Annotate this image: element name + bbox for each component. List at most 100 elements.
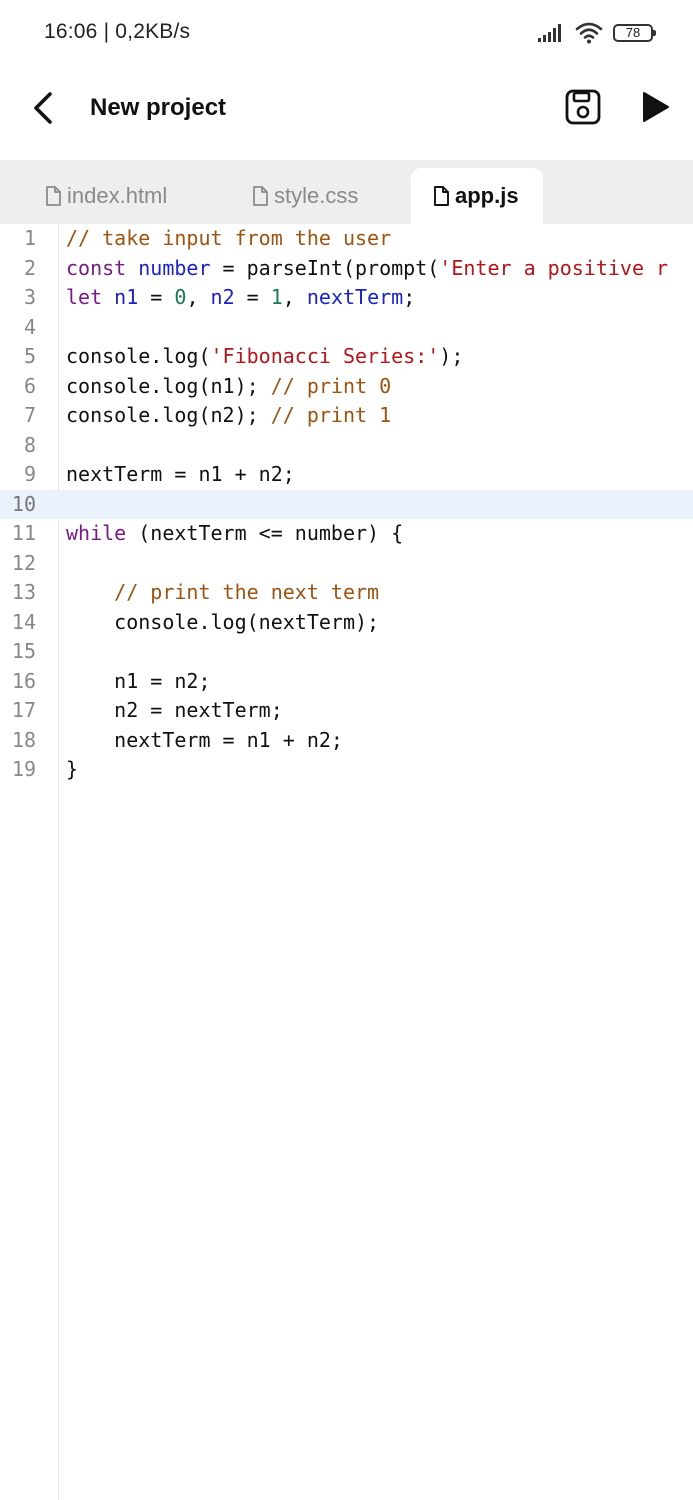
line-code: n1 = n2; xyxy=(66,667,211,697)
code-line[interactable]: 7 console.log(n2); // print 1 xyxy=(0,401,693,431)
code-token: 1 xyxy=(270,285,283,309)
tab-app-js[interactable]: app.js xyxy=(411,168,543,224)
battery-level: 78 xyxy=(625,25,641,40)
line-code: n2 = nextTerm; xyxy=(66,696,283,726)
code-line[interactable]: 16 n1 = n2; xyxy=(0,667,693,697)
save-icon[interactable] xyxy=(564,88,602,126)
code-line[interactable]: 4 xyxy=(0,313,693,343)
file-icon xyxy=(253,186,268,206)
code-token: = xyxy=(234,285,271,309)
code-token: // print 1 xyxy=(270,403,392,427)
code-line[interactable]: 14 console.log(nextTerm); xyxy=(0,608,693,638)
line-code: console.log('Fibonacci Series:'); xyxy=(66,342,463,372)
tab-index-html[interactable]: index.html xyxy=(45,168,167,224)
code-token: const xyxy=(66,255,127,280)
code-token: console.log(n1); xyxy=(66,373,271,398)
line-number: 10 xyxy=(11,491,36,516)
project-title: New project xyxy=(90,94,227,121)
file-tab-bar: index.html style.css app.js xyxy=(0,160,693,224)
line-number: 15 xyxy=(11,639,36,663)
code-token: n1 = n2; xyxy=(66,668,211,693)
code-line[interactable]: 15 xyxy=(0,637,693,667)
code-line[interactable]: 18 nextTerm = n1 + n2; xyxy=(0,726,693,756)
battery-icon: 78 xyxy=(613,24,656,42)
file-icon xyxy=(46,186,61,206)
line-number: 17 xyxy=(11,698,36,722)
code-editor[interactable]: 1 // take input from the user 2 const numbe… xyxy=(0,224,693,1500)
line-number: 12 xyxy=(11,550,36,575)
code-token: 'Enter a positive r xyxy=(439,255,669,280)
code-token: ; xyxy=(403,285,416,309)
line-number: 9 xyxy=(23,462,36,486)
code-token: 'Fibonacci Series:' xyxy=(210,344,440,368)
code-token: } xyxy=(66,757,79,781)
signal-icon xyxy=(538,24,561,42)
code-line[interactable]: 1 // take input from the user xyxy=(0,224,693,254)
line-number: 6 xyxy=(23,373,36,398)
line-number: 7 xyxy=(23,403,36,427)
code-line[interactable]: 5 console.log('Fibonacci Series:'); xyxy=(0,342,693,372)
code-token: , xyxy=(282,285,307,309)
line-code: console.log(n1); // print 0 xyxy=(66,372,391,402)
code-line[interactable]: 3 let n1 = 0, n2 = 1, nextTerm; xyxy=(0,283,693,313)
line-code: nextTerm = n1 + n2; xyxy=(66,460,295,490)
back-arrow-icon[interactable] xyxy=(28,88,60,128)
run-icon[interactable] xyxy=(638,90,672,124)
wifi-icon xyxy=(575,22,603,44)
tab-label: index.html xyxy=(67,183,168,208)
code-line[interactable]: 12 xyxy=(0,549,693,579)
code-token: while xyxy=(66,521,127,545)
code-token: n2 xyxy=(210,285,235,309)
line-code: // print the next term xyxy=(66,578,379,608)
line-number: 1 xyxy=(23,226,36,250)
status-time: 16:06 | 0,2KB/s xyxy=(44,20,191,43)
code-token: // take input from the user xyxy=(66,226,392,250)
line-code: while (nextTerm <= number) { xyxy=(66,519,403,549)
tab-label: style.css xyxy=(274,183,359,208)
line-number: 8 xyxy=(23,432,36,457)
file-icon xyxy=(434,186,449,206)
code-lines: 1 // take input from the user 2 const numbe… xyxy=(0,224,693,785)
code-token: // print 0 xyxy=(270,373,392,398)
line-code: nextTerm = n1 + n2; xyxy=(66,726,343,756)
line-number: 18 xyxy=(11,727,36,752)
code-token: let xyxy=(66,285,103,309)
line-number: 16 xyxy=(11,668,36,693)
code-token: nextTerm = n1 + n2; xyxy=(66,727,343,752)
line-code: console.log(nextTerm); xyxy=(66,608,379,638)
code-token: console.log( xyxy=(66,344,211,368)
line-number: 3 xyxy=(23,285,36,309)
line-code: // take input from the user xyxy=(66,224,391,254)
code-line[interactable]: 10 xyxy=(0,489,693,519)
line-number: 4 xyxy=(23,314,36,339)
tab-style-css[interactable]: style.css xyxy=(252,168,358,224)
tab-label: app.js xyxy=(455,183,519,208)
code-token: (nextTerm <= number) { xyxy=(126,521,404,545)
code-line[interactable]: 9 nextTerm = n1 + n2; xyxy=(0,460,693,490)
code-token: 0 xyxy=(174,285,187,309)
line-number: 14 xyxy=(11,609,36,634)
line-number: 11 xyxy=(11,521,36,545)
line-code: } xyxy=(66,755,78,785)
code-token: console.log(nextTerm); xyxy=(66,609,380,634)
code-line[interactable]: 13 // print the next term xyxy=(0,578,693,608)
code-line[interactable]: 11 while (nextTerm <= number) { xyxy=(0,519,693,549)
code-line[interactable]: 8 xyxy=(0,431,693,461)
code-line[interactable]: 2 const number = parseInt(prompt('Enter a… xyxy=(0,254,693,284)
line-code: let n1 = 0, n2 = 1, nextTerm; xyxy=(66,283,415,313)
code-line[interactable]: 17 n2 = nextTerm; xyxy=(0,696,693,726)
code-line[interactable]: 19} xyxy=(0,755,693,785)
code-token: n1 xyxy=(114,285,139,309)
line-number: 19 xyxy=(11,757,36,781)
code-token: nextTerm xyxy=(306,285,404,309)
code-token: console.log(n2); xyxy=(66,403,271,427)
line-number: 2 xyxy=(23,255,36,280)
line-number: 13 xyxy=(11,580,36,604)
code-token: nextTerm = n1 + n2; xyxy=(66,462,295,486)
code-token: = xyxy=(138,285,175,309)
code-line[interactable]: 6 console.log(n1); // print 0 xyxy=(0,372,693,402)
status-icons: 78 xyxy=(537,20,656,46)
code-token: number xyxy=(138,255,211,280)
